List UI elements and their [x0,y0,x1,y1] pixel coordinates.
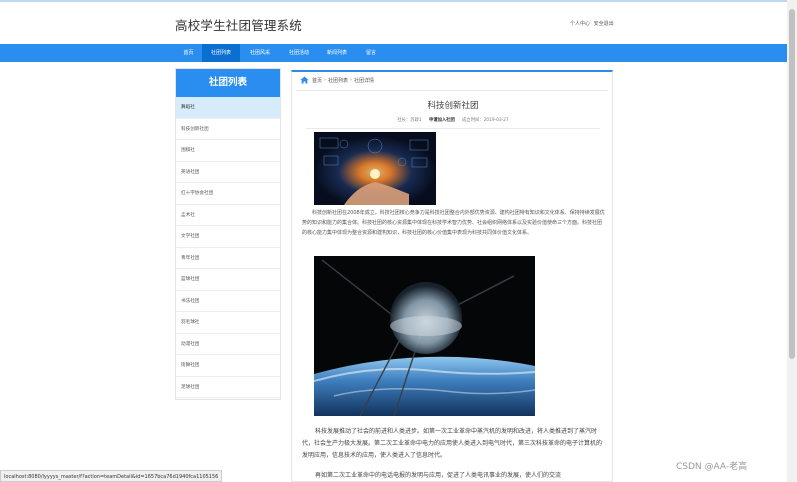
sidebar-item-red-cross[interactable]: 红十字协会社团 [176,183,280,205]
sidebar-item-tech-innovation[interactable]: 科技创新社团 [176,119,280,140]
watermark: CSDN @AA-老高 [676,462,748,472]
sidebar-item-literature[interactable]: 文学社团 [176,226,280,248]
sidebar-item-basketball[interactable]: 篮球社团 [176,269,280,291]
sidebar-item-youth[interactable]: 青年社团 [176,248,280,269]
nav-item-club-style[interactable]: 社团风采 [240,44,280,62]
nav-item-club-activities[interactable]: 社团活动 [280,44,318,62]
home-icon [300,76,309,84]
join-club-button[interactable]: 申请加入社团 [429,118,455,123]
sidebar-item-english[interactable]: 英语社团 [176,162,280,183]
satellite-earth-image [314,256,535,416]
breadcrumb-separator: › [324,77,327,83]
user-center-link[interactable]: 个人中心 [570,21,590,27]
article-paragraph-1: 科技创新社团在2008年成立。科技社团核心竞争力是科技社团整合内外部优势资源、建… [302,210,605,236]
sidebar-item-badminton[interactable]: 羽毛球社 [176,312,280,334]
sidebar-item-football[interactable]: 足球社团 [176,377,280,398]
nav-item-message[interactable]: 留言 [356,44,386,62]
article-paragraph-3: 再如第二次工业革命中的电话电报的发明与应用，促进了人类电讯事业的发展，使人们的交… [315,472,562,479]
content-panel: 首页 › 社团列表 › 社团详情 科技创新社团 社长：苏政1 申请加入社团 成立… [291,70,613,482]
breadcrumb-club-list[interactable]: 社团列表 [328,77,348,84]
site-header: 高校学生社团管理系统 个人中心 安全退出 [0,2,787,44]
meta-divider [306,128,600,129]
sidebar-title: 社团列表 [176,69,280,97]
sidebar-item-go[interactable]: 围棋社 [176,140,280,162]
page: 高校学生社团管理系统 个人中心 安全退出 首页 社团列表 社团风采 社团活动 新… [0,0,797,482]
sidebar-item-street-dance[interactable]: 街舞社团 [176,355,280,377]
main-nav: 首页 社团列表 社团风采 社团活动 新闻列表 留言 [0,44,787,62]
breadcrumb-separator: › [350,77,353,83]
site-title: 高校学生社团管理系统 [175,18,303,33]
nav-item-home[interactable]: 首页 [175,44,202,62]
leader-label: 社长：苏政1 [397,118,422,123]
breadcrumb-current: 社团详情 [354,77,375,84]
nav-item-club-list[interactable]: 社团列表 [202,44,240,62]
sidebar: 社团列表 舞蹈社 科技创新社团 围棋社 英语社团 红十字协会社团 孟术社 文学社… [175,68,281,400]
sidebar-item-martial[interactable]: 孟术社 [176,205,280,226]
breadcrumb-divider [296,90,608,91]
founded-date: 成立时间：2019-03-27 [462,118,509,123]
sidebar-list: 舞蹈社 科技创新社团 围棋社 英语社团 红十字协会社团 孟术社 文学社团 青年社… [176,97,280,398]
user-links: 个人中心 安全退出 [570,20,616,27]
page-scrollbar[interactable] [787,0,797,482]
status-bar-url: localhost:8080/lyyyys_master/f?action=te… [0,470,223,482]
article-paragraph-2: 科技发展推动了社会的前进和人类进步。如第一次工业革命中蒸汽机的发明和改进，将人类… [302,428,603,459]
tech-hand-image [314,132,436,205]
breadcrumb-home[interactable]: 首页 [312,77,322,84]
sidebar-item-dance[interactable]: 舞蹈社 [176,97,280,119]
breadcrumb: 首页 › 社团列表 › 社团详情 [300,76,374,84]
logout-link[interactable]: 安全退出 [594,21,614,27]
sidebar-item-calligraphy[interactable]: 书法社团 [176,291,280,312]
article-meta: 社长：苏政1 申请加入社团 成立时间：2019-03-27 [292,117,612,123]
nav-item-news-list[interactable]: 新闻列表 [318,44,356,62]
article-title: 科技创新社团 [427,101,479,111]
scrollbar-thumb[interactable] [789,9,795,359]
sidebar-item-anime[interactable]: 动漫社团 [176,334,280,355]
